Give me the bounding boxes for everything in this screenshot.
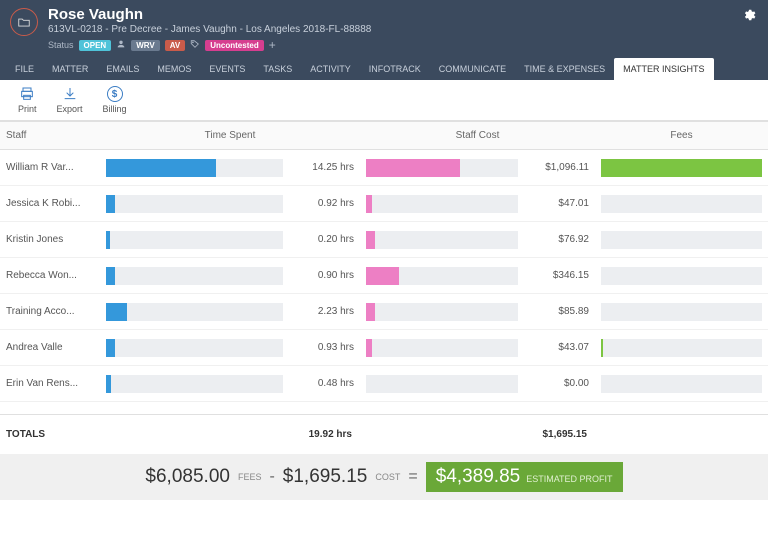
tab-matter[interactable]: MATTER	[43, 58, 97, 80]
tab-infotrack[interactable]: INFOTRACK	[360, 58, 430, 80]
tag-icon	[190, 39, 200, 51]
cost-bar: $47.01	[360, 195, 595, 213]
badge-uncontested[interactable]: Uncontested	[205, 40, 263, 51]
table-body: William R Var...14.25 hrs$1,096.11Jessic…	[0, 150, 768, 402]
table-row: Erin Van Rens...0.48 hrs$0.00	[0, 366, 768, 402]
table-row: Andrea Valle0.93 hrs$43.07	[0, 330, 768, 366]
cost-bar: $76.92	[360, 231, 595, 249]
staff-name: Andrea Valle	[0, 334, 100, 361]
cost-bar: $1,096.11	[360, 159, 595, 177]
table-header: Staff Time Spent Staff Cost Fees	[0, 121, 768, 150]
staff-name: Kristin Jones	[0, 226, 100, 253]
table-row: Training Acco...2.23 hrs$85.89	[0, 294, 768, 330]
tab-matter-insights[interactable]: MATTER INSIGHTS	[614, 58, 713, 80]
cost-bar: $0.00	[360, 375, 595, 393]
minus-icon: -	[269, 468, 274, 486]
time-bar: 0.93 hrs	[100, 339, 360, 357]
summary-fees-lbl: FEES	[238, 472, 262, 482]
staff-name: Rebecca Won...	[0, 262, 100, 289]
add-tag-button[interactable]: +	[269, 38, 276, 52]
fees-bar	[595, 339, 768, 357]
profit-lbl: ESTIMATED PROFIT	[526, 474, 612, 484]
summary-cost-lbl: COST	[375, 472, 400, 482]
tab-file[interactable]: FILE	[6, 58, 43, 80]
badge-av[interactable]: AV	[165, 40, 186, 51]
billing-button[interactable]: $ Billing	[93, 84, 137, 116]
fees-bar	[595, 267, 768, 285]
table-row: William R Var...14.25 hrs$1,096.11	[0, 150, 768, 186]
staff-name: Training Acco...	[0, 298, 100, 325]
matter-header: Rose Vaughn 613VL-0218 - Pre Decree - Ja…	[0, 0, 768, 58]
col-cost: Staff Cost	[360, 122, 595, 149]
summary-bar: $6,085.00 FEES - $1,695.15 COST = $4,389…	[0, 454, 768, 500]
time-bar: 0.92 hrs	[100, 195, 360, 213]
cost-bar: $346.15	[360, 267, 595, 285]
staff-name: Erin Van Rens...	[0, 370, 100, 397]
time-bar: 0.48 hrs	[100, 375, 360, 393]
export-button[interactable]: Export	[47, 84, 93, 116]
time-bar: 2.23 hrs	[100, 303, 360, 321]
tab-activity[interactable]: ACTIVITY	[301, 58, 360, 80]
profit-box: $4,389.85 ESTIMATED PROFIT	[426, 462, 623, 492]
fees-bar	[595, 231, 768, 249]
folder-icon	[10, 8, 38, 36]
table-row: Rebecca Won...0.90 hrs$346.15	[0, 258, 768, 294]
col-staff: Staff	[0, 122, 100, 149]
equals-icon: =	[408, 468, 417, 486]
table-row: Jessica K Robi...0.92 hrs$47.01	[0, 186, 768, 222]
time-bar: 14.25 hrs	[100, 159, 360, 177]
print-button[interactable]: Print	[8, 84, 47, 116]
time-bar: 0.90 hrs	[100, 267, 360, 285]
profit-amt: $4,389.85	[436, 466, 521, 488]
fees-bar	[595, 195, 768, 213]
status-badge-open[interactable]: OPEN	[79, 40, 112, 51]
col-fees: Fees	[595, 122, 768, 149]
fees-bar	[595, 375, 768, 393]
staff-name: William R Var...	[0, 154, 100, 181]
toolbar: Print Export $ Billing	[0, 80, 768, 121]
tab-communicate[interactable]: COMMUNICATE	[430, 58, 515, 80]
cost-bar: $43.07	[360, 339, 595, 357]
tab-emails[interactable]: EMAILS	[97, 58, 148, 80]
totals-label: TOTALS	[0, 421, 100, 448]
dollar-icon: $	[107, 86, 123, 102]
fees-bar	[595, 159, 768, 177]
table-row: Kristin Jones0.20 hrs$76.92	[0, 222, 768, 258]
totals-hrs: 19.92 hrs	[100, 421, 360, 448]
col-time: Time Spent	[100, 122, 360, 149]
staff-name: Jessica K Robi...	[0, 190, 100, 217]
tab-memos[interactable]: MEMOS	[148, 58, 200, 80]
tab-tasks[interactable]: TASKS	[254, 58, 301, 80]
client-name: Rose Vaughn	[48, 6, 371, 23]
summary-cost-amt: $1,695.15	[283, 466, 368, 488]
tab-events[interactable]: EVENTS	[200, 58, 254, 80]
user-icon	[116, 39, 126, 51]
cost-bar: $85.89	[360, 303, 595, 321]
summary-fees-amt: $6,085.00	[145, 466, 230, 488]
tab-time-expenses[interactable]: TIME & EXPENSES	[515, 58, 614, 80]
tab-bar: FILEMATTEREMAILSMEMOSEVENTSTASKSACTIVITY…	[0, 58, 768, 80]
badge-wrv[interactable]: WRV	[131, 40, 160, 51]
totals-row: TOTALS 19.92 hrs $1,695.15	[0, 414, 768, 454]
fees-bar	[595, 303, 768, 321]
status-row: Status OPEN WRV AV Uncontested +	[48, 38, 371, 52]
time-bar: 0.20 hrs	[100, 231, 360, 249]
status-label: Status	[48, 40, 74, 50]
settings-icon[interactable]	[742, 8, 756, 25]
totals-cost: $1,695.15	[360, 421, 595, 448]
matter-subtitle: 613VL-0218 - Pre Decree - James Vaughn -…	[48, 24, 371, 35]
